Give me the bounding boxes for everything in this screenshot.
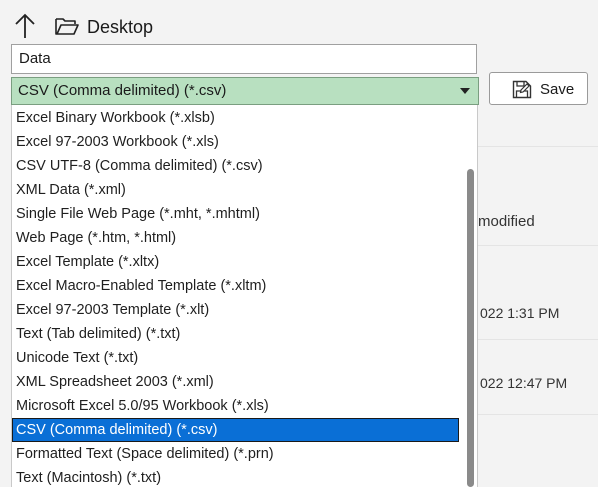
filetype-dropdown-list[interactable]: Excel Binary Workbook (*.xlsb) Excel 97-…: [11, 105, 478, 487]
dropdown-scrollbar[interactable]: [465, 105, 477, 487]
filetype-option[interactable]: Excel 97-2003 Workbook (*.xls): [12, 130, 459, 154]
folder-open-icon: [55, 18, 79, 35]
scrollbar-thumb[interactable]: [467, 169, 474, 487]
divider: [470, 245, 598, 246]
list-item-date: 022 1:31 PM: [480, 305, 560, 321]
filetype-option[interactable]: CSV UTF-8 (Comma delimited) (*.csv): [12, 154, 459, 178]
filetype-select[interactable]: CSV (Comma delimited) (*.csv): [11, 77, 479, 105]
filetype-selected-label: CSV (Comma delimited) (*.csv): [18, 82, 227, 99]
filetype-option[interactable]: Single File Web Page (*.mht, *.mhtml): [12, 202, 459, 226]
save-icon: [512, 80, 532, 99]
filetype-option[interactable]: XML Data (*.xml): [12, 178, 459, 202]
divider: [470, 414, 598, 415]
filetype-option[interactable]: Microsoft Excel 5.0/95 Workbook (*.xls): [12, 394, 459, 418]
chevron-down-icon: [460, 88, 470, 94]
filetype-option[interactable]: Text (Macintosh) (*.txt): [12, 466, 459, 487]
filetype-option[interactable]: Formatted Text (Space delimited) (*.prn): [12, 442, 459, 466]
filetype-option[interactable]: Unicode Text (*.txt): [12, 346, 459, 370]
list-item-date: 022 12:47 PM: [480, 375, 568, 391]
divider: [470, 339, 598, 340]
filetype-option[interactable]: Web Page (*.htm, *.html): [12, 226, 459, 250]
save-button[interactable]: Save: [489, 72, 588, 105]
divider: [470, 146, 598, 147]
save-button-label: Save: [540, 81, 575, 98]
filetype-option[interactable]: Text (Tab delimited) (*.txt): [12, 322, 459, 346]
filetype-option[interactable]: Excel Macro-Enabled Template (*.xltm): [12, 274, 459, 298]
filename-input[interactable]: Data: [11, 44, 477, 74]
filetype-option[interactable]: Excel Template (*.xltx): [12, 250, 459, 274]
location-label: Desktop: [87, 17, 154, 37]
filetype-option-selected[interactable]: CSV (Comma delimited) (*.csv): [12, 418, 459, 442]
column-header-modified[interactable]: modified: [478, 213, 535, 230]
filetype-option[interactable]: Excel 97-2003 Template (*.xlt): [12, 298, 459, 322]
up-arrow-icon[interactable]: [14, 12, 36, 40]
filetype-option[interactable]: Excel Binary Workbook (*.xlsb): [12, 106, 459, 130]
filetype-option[interactable]: XML Spreadsheet 2003 (*.xml): [12, 370, 459, 394]
